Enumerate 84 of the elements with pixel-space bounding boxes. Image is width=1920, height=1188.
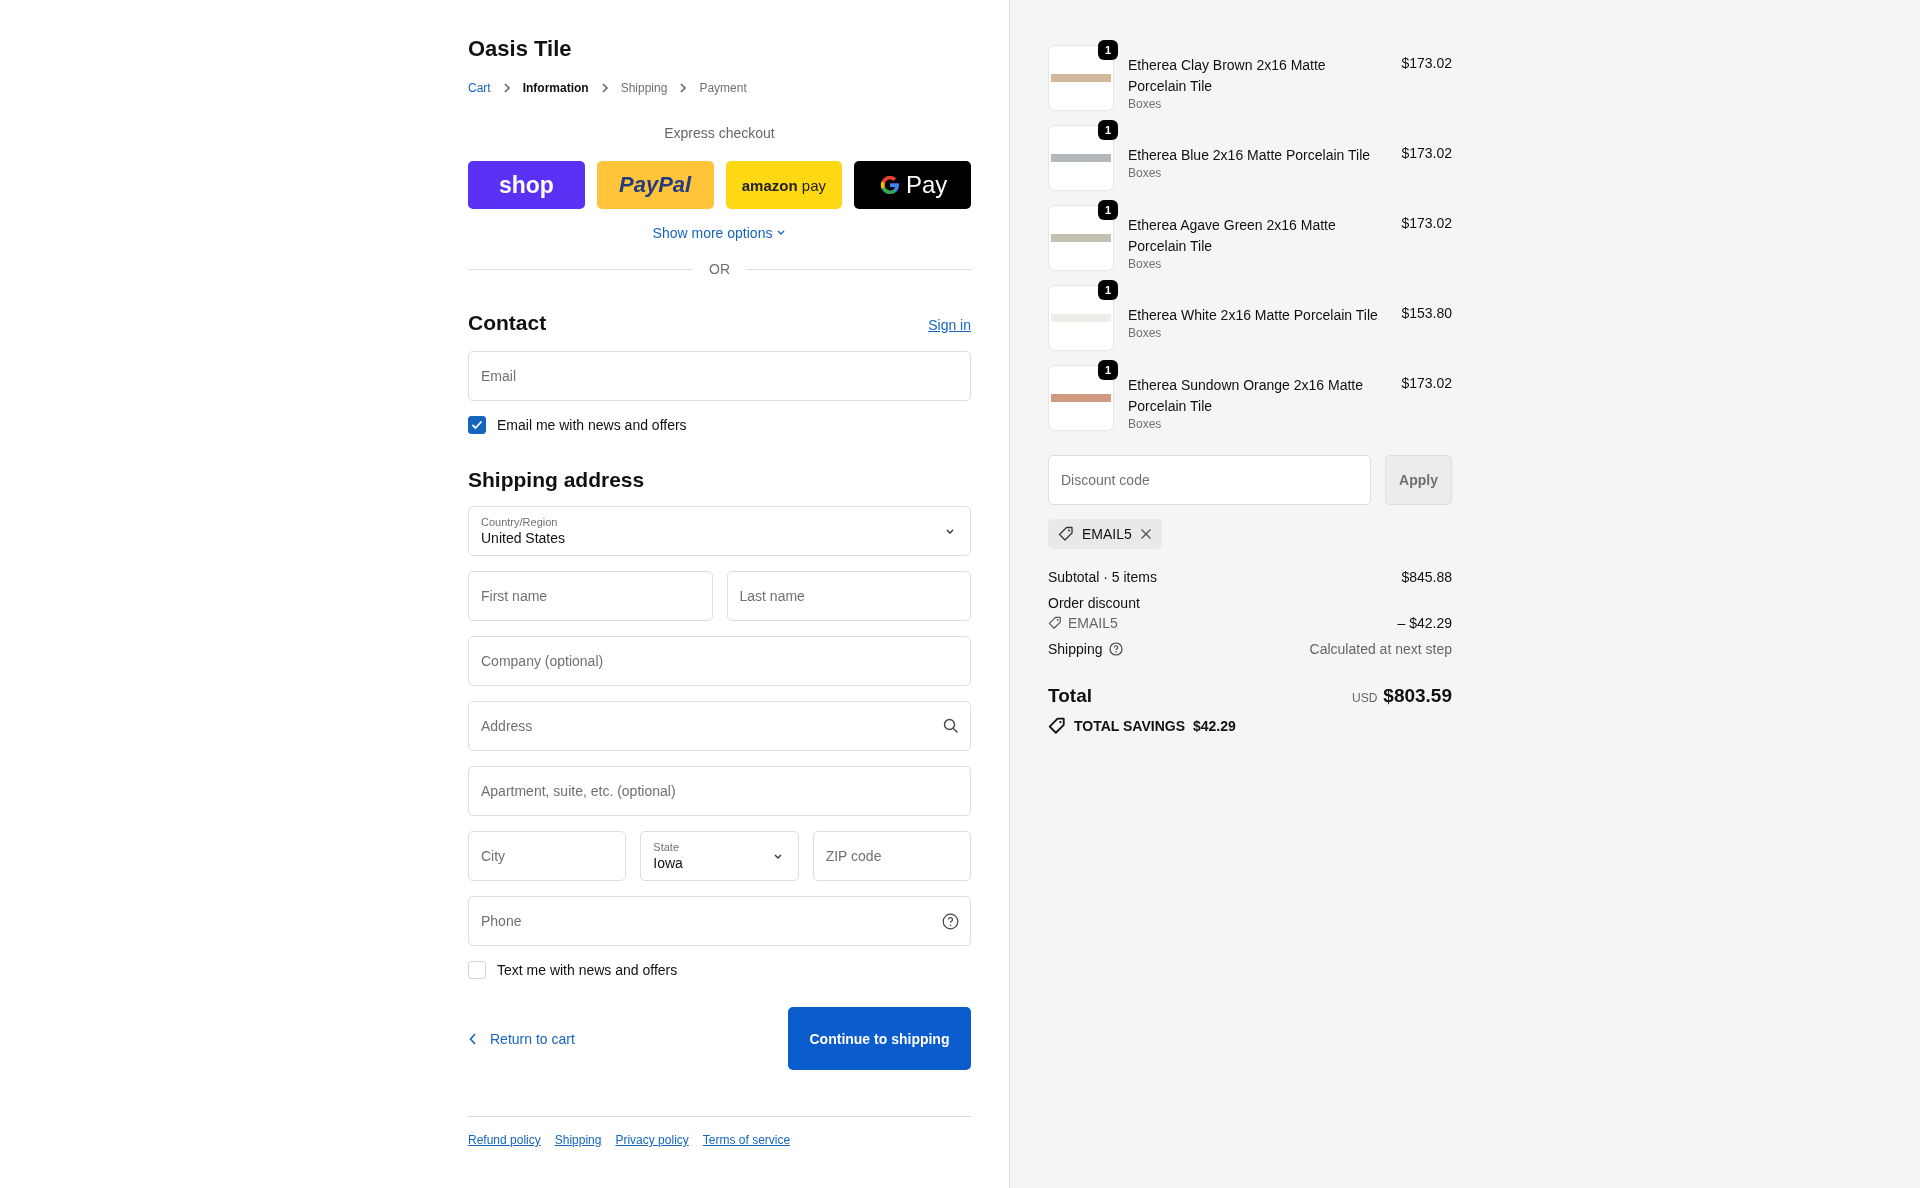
address-field[interactable]: Address [468, 701, 971, 751]
select-field[interactable]: Country/Region United States [468, 506, 971, 556]
apply-button[interactable]: Apply [1385, 455, 1452, 505]
quantity-badge: 1 [1098, 200, 1118, 220]
show-more-options-link[interactable]: Show more options [652, 225, 787, 241]
search-icon [943, 718, 959, 734]
shipping-address-heading: Shipping address [468, 468, 646, 492]
summary-label: Subtotal · 5 items [1048, 569, 1157, 585]
breadcrumb: Shipping [620, 81, 668, 95]
quantity-badge: 1 [1098, 360, 1118, 380]
chevron-down-icon [944, 528, 956, 536]
summary-value: Calculated at next step [1309, 641, 1452, 657]
chevron-left-icon [468, 1031, 478, 1046]
product-name: Etherea Clay Brown 2x16 Matte Porcelain Tile [1128, 56, 1327, 96]
tag-icon [1058, 526, 1074, 542]
checkbox[interactable] [468, 416, 486, 434]
shop-pay-button[interactable]: shop [468, 161, 585, 209]
product-name: Etherea Agave Green 2x16 Matte Porcelain Tile [1128, 216, 1337, 256]
total-savings-label: TOTAL SAVINGS [1074, 718, 1185, 734]
text-field[interactable]: ZIP code [812, 831, 971, 881]
or-divider-text: OR [709, 261, 730, 277]
total-label: Total [1048, 685, 1092, 707]
summary-label: EMAIL5 [1068, 615, 1118, 631]
text-field[interactable]: Last name [726, 571, 971, 621]
paypal-pay-button[interactable]: PayPal [596, 161, 714, 209]
discount-code-text: EMAIL5 [1082, 526, 1132, 542]
currency-code: USD [1351, 691, 1378, 705]
total-savings-amount: $42.29 [1193, 718, 1236, 734]
checkbox-label: Text me with news and offers [497, 962, 678, 978]
tag-icon [1048, 616, 1062, 630]
email-field[interactable]: Email [468, 351, 971, 401]
breadcrumb[interactable]: Cart [468, 81, 491, 95]
breadcrumb: Payment [699, 81, 747, 95]
product-price: $153.80 [1401, 304, 1452, 321]
product-name: Etherea Sundown Orange 2x16 Matte Porcelain Tile [1128, 376, 1365, 416]
tag-icon [1048, 717, 1066, 735]
footer-link[interactable]: Refund policy [468, 1133, 541, 1147]
product-variant: Boxes [1128, 97, 1163, 111]
contact-heading: Contact [468, 311, 547, 335]
help-icon[interactable] [1108, 642, 1123, 656]
checkmark-icon [471, 420, 483, 430]
summary-label: Shipping [1048, 641, 1103, 657]
product-price: $173.02 [1401, 214, 1452, 231]
text-field[interactable]: Company (optional) [468, 636, 971, 686]
chevron-icon [600, 83, 609, 93]
product-variant: Boxes [1128, 166, 1163, 180]
product-variant: Boxes [1128, 326, 1163, 340]
footer-link[interactable]: Shipping [554, 1133, 602, 1147]
quantity-badge: 1 [1098, 280, 1118, 300]
product-price: $173.02 [1401, 144, 1452, 161]
phone-field[interactable]: Phone [468, 896, 971, 946]
summary-value: – $42.29 [1397, 615, 1452, 631]
product-variant: Boxes [1128, 417, 1163, 431]
total-amount: $803.59 [1383, 685, 1452, 706]
store-name: Oasis Tile [468, 36, 573, 62]
footer-link[interactable]: Privacy policy [615, 1133, 689, 1147]
product-name: Etherea White 2x16 Matte Porcelain Tile [1128, 306, 1379, 325]
text-field[interactable]: First name [468, 571, 713, 621]
sign-in-link[interactable]: Sign in [928, 317, 971, 333]
amazon-pay-button[interactable]: amazon pay [725, 161, 843, 209]
summary-value: $845.88 [1401, 569, 1452, 585]
breadcrumb: Information [522, 81, 589, 95]
express-title: Express checkout [663, 125, 776, 141]
chevron-icon [679, 83, 688, 93]
quantity-badge: 1 [1098, 120, 1118, 140]
product-price: $173.02 [1401, 374, 1452, 391]
close-icon[interactable] [1139, 528, 1152, 540]
text-field[interactable]: Apartment, suite, etc. (optional) [468, 766, 971, 816]
chevron-icon [502, 83, 511, 93]
select-field[interactable]: State Iowa [640, 831, 799, 881]
footer-link[interactable]: Terms of service [702, 1133, 791, 1147]
return-to-cart-link[interactable]: Return to cart [468, 1030, 575, 1047]
checkbox-label: Email me with news and offers [497, 417, 687, 433]
discount-code-field[interactable]: Discount code [1048, 455, 1371, 505]
product-name: Etherea Blue 2x16 Matte Porcelain Tile [1128, 146, 1372, 165]
gpay-pay-button[interactable]: Pay [854, 161, 971, 209]
product-variant: Boxes [1128, 257, 1163, 271]
quantity-badge: 1 [1098, 40, 1118, 60]
product-price: $173.02 [1401, 54, 1452, 71]
text-field[interactable]: City [468, 831, 627, 881]
help-icon[interactable] [942, 913, 959, 930]
continue-button[interactable]: Continue to shipping [788, 1007, 971, 1070]
chevron-down-icon [776, 229, 787, 237]
summary-label: Order discount [1048, 595, 1140, 611]
